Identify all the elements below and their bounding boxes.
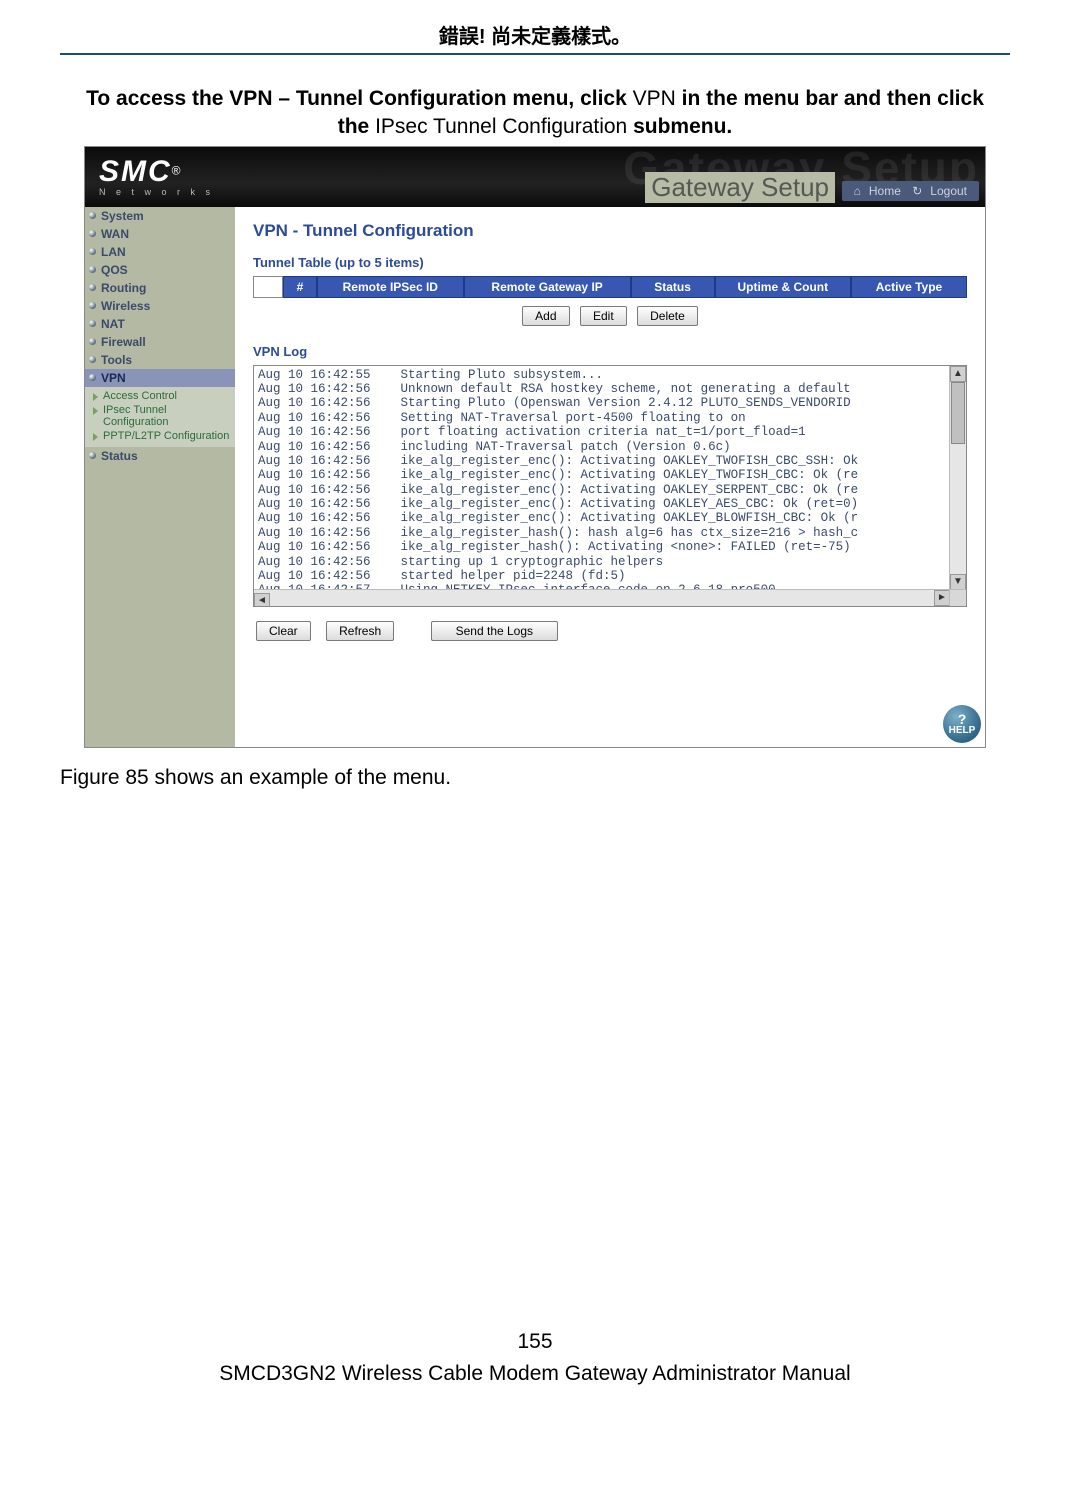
vpn-log-text: Aug 10 16:42:55 Starting Pluto subsystem… (254, 366, 966, 607)
sidebar-item-status[interactable]: Status (85, 447, 235, 465)
brand-logo: SMC® N e t w o r k s (99, 155, 214, 197)
scroll-right-icon[interactable]: ► (934, 590, 950, 606)
log-action-buttons: Clear Refresh Send the Logs (253, 621, 967, 641)
scroll-down-icon[interactable]: ▼ (950, 574, 966, 590)
log-scrollbar-vertical[interactable]: ▲ ▼ (949, 366, 966, 590)
col-uptime: Uptime & Count (715, 276, 851, 298)
help-button[interactable]: ? HELP (943, 705, 981, 743)
top-divider (60, 53, 1010, 55)
home-icon: ⌂ (854, 184, 861, 198)
vpn-submenu: Access Control IPsec Tunnel Configuratio… (85, 387, 235, 447)
refresh-button[interactable]: Refresh (326, 621, 394, 641)
vpn-log-title: VPN Log (253, 344, 967, 359)
sidebar-item-system[interactable]: System (85, 207, 235, 225)
sidebar-item-firewall[interactable]: Firewall (85, 333, 235, 351)
tunnel-table-header: # Remote IPSec ID Remote Gateway IP Stat… (253, 276, 967, 298)
col-status: Status (631, 276, 715, 298)
help-icon: ? (943, 713, 981, 725)
instr-p2: VPN (633, 87, 676, 110)
brand-sub: N e t w o r k s (99, 187, 214, 197)
sidebar-item-vpn[interactable]: VPN (85, 369, 235, 387)
sidebar-item-nat[interactable]: NAT (85, 315, 235, 333)
footer-text: SMCD3GN2 Wireless Cable Modem Gateway Ad… (60, 1362, 1010, 1386)
instruction-text: To access the VPN – Tunnel Configuration… (80, 85, 990, 142)
sidebar-item-tools[interactable]: Tools (85, 351, 235, 369)
scroll-left-icon[interactable]: ◄ (254, 593, 270, 607)
sidebar-item-routing[interactable]: Routing (85, 279, 235, 297)
tunnel-table-title: Tunnel Table (up to 5 items) (253, 255, 967, 270)
edit-button[interactable]: Edit (580, 306, 627, 326)
brand-reg: ® (172, 163, 181, 177)
scroll-thumb-v[interactable] (951, 382, 965, 444)
scroll-corner (949, 589, 966, 606)
sub-ipsec-tunnel[interactable]: IPsec Tunnel Configuration (85, 403, 235, 429)
sub-access-control[interactable]: Access Control (85, 389, 235, 403)
logout-icon: ↻ (912, 184, 922, 198)
clear-button[interactable]: Clear (256, 621, 311, 641)
sidebar-item-lan[interactable]: LAN (85, 243, 235, 261)
sidebar: System WAN LAN QOS Routing Wireless NAT … (85, 207, 235, 747)
sidebar-item-wireless[interactable]: Wireless (85, 297, 235, 315)
tunnel-buttons: Add Edit Delete (253, 306, 967, 326)
send-logs-button[interactable]: Send the Logs (431, 621, 558, 641)
brand-name: SMC (99, 155, 172, 188)
instr-p1: To access the VPN – Tunnel Configuration… (86, 87, 633, 110)
logout-link[interactable]: Logout (930, 184, 967, 198)
page-footer: 155 SMCD3GN2 Wireless Cable Modem Gatewa… (60, 1330, 1010, 1386)
instr-p4: IPsec Tunnel Configuration (375, 115, 627, 138)
sidebar-item-wan[interactable]: WAN (85, 225, 235, 243)
col-hash: # (283, 276, 317, 298)
col-remote-id: Remote IPSec ID (317, 276, 464, 298)
content-heading: VPN - Tunnel Configuration (253, 221, 967, 241)
delete-button[interactable]: Delete (637, 306, 698, 326)
help-label: HELP (949, 725, 976, 736)
home-link[interactable]: Home (869, 184, 901, 198)
header-links: ⌂ Home ↻ Logout (842, 181, 979, 201)
page-title: Gateway Setup (645, 172, 835, 203)
app-header: SMC® N e t w o r k s Gateway Setup Gatew… (85, 147, 985, 207)
page-number: 155 (60, 1330, 1010, 1354)
sidebar-item-qos[interactable]: QOS (85, 261, 235, 279)
col-blank (253, 276, 283, 298)
log-scrollbar-horizontal[interactable]: ◄ ► (254, 589, 950, 606)
main-content: VPN - Tunnel Configuration Tunnel Table … (235, 207, 985, 747)
instr-p5: submenu. (627, 115, 732, 138)
embedded-screenshot: SMC® N e t w o r k s Gateway Setup Gatew… (84, 146, 986, 748)
vpn-log-box: Aug 10 16:42:55 Starting Pluto subsystem… (253, 365, 967, 607)
sub-pptp-l2tp[interactable]: PPTP/L2TP Configuration (85, 429, 235, 443)
top-error-text: 錯誤! 尚未定義樣式。 (60, 20, 1010, 49)
figure-caption: Figure 85 shows an example of the menu. (60, 766, 1010, 790)
col-active: Active Type (851, 276, 967, 298)
col-remote-gw: Remote Gateway IP (464, 276, 631, 298)
scroll-up-icon[interactable]: ▲ (950, 366, 966, 382)
add-button[interactable]: Add (522, 306, 569, 326)
